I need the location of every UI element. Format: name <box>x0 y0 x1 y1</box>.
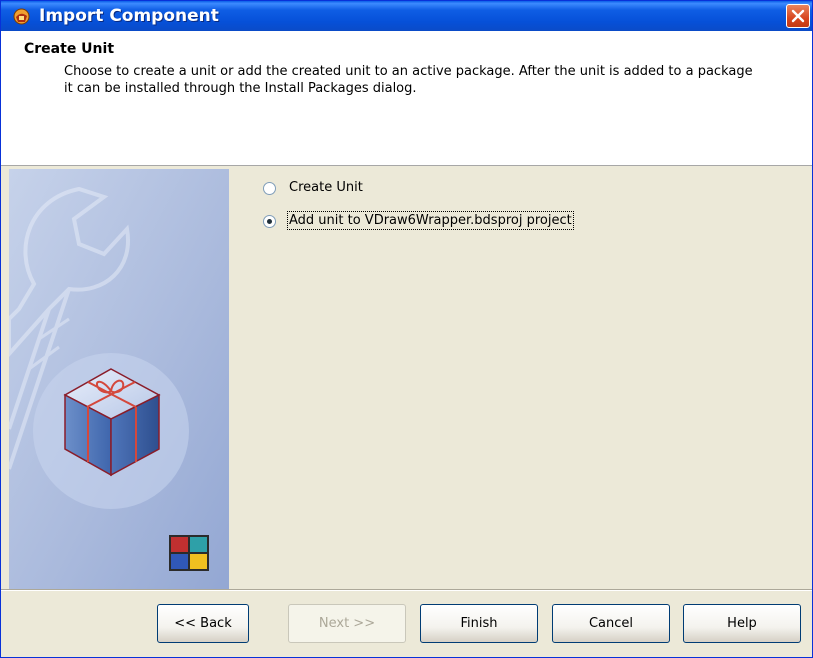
page-description: Choose to create a unit or add the creat… <box>64 64 753 96</box>
button-separator-highlight <box>1 590 812 591</box>
window-title: Import Component <box>39 6 219 26</box>
help-button[interactable]: Help <box>683 604 801 643</box>
app-helmet-icon <box>13 8 30 25</box>
title-bar[interactable]: Import Component <box>1 1 812 31</box>
add-to-project-radio[interactable] <box>263 215 276 228</box>
create-unit-label[interactable]: Create Unit <box>289 180 363 195</box>
add-to-project-label[interactable]: Add unit to VDraw6Wrapper.bdsproj projec… <box>287 211 574 230</box>
close-icon <box>791 9 805 23</box>
close-button[interactable] <box>786 4 810 28</box>
finish-button[interactable]: Finish <box>420 604 538 643</box>
cancel-button[interactable]: Cancel <box>552 604 670 643</box>
create-unit-radio[interactable] <box>263 182 276 195</box>
page-title: Create Unit <box>24 41 115 57</box>
wizard-header <box>1 31 812 166</box>
import-component-dialog: Import Component Create Unit Choose to c… <box>0 0 813 658</box>
next-button[interactable]: Next >> <box>288 604 406 643</box>
wizard-side-graphic <box>7 169 229 589</box>
product-logo-icon <box>169 535 209 571</box>
back-button[interactable]: << Back <box>157 604 249 643</box>
